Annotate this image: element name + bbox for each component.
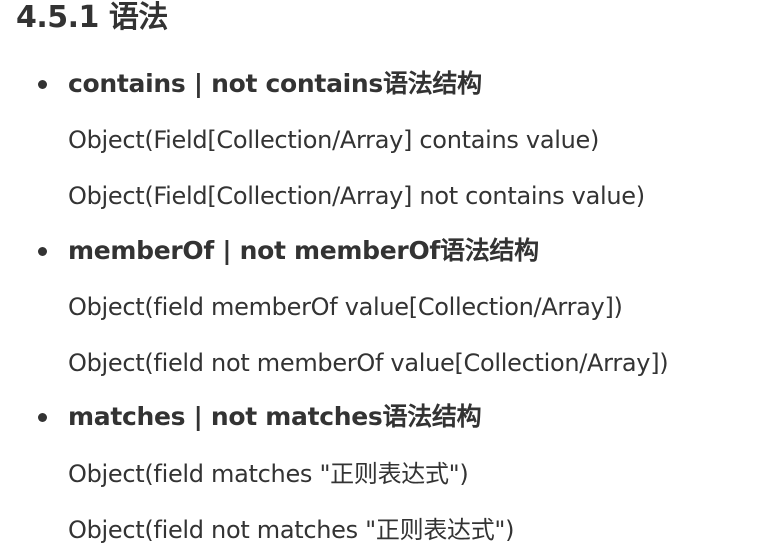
syntax-line: Object(field not matches "正则表达式"): [68, 516, 515, 544]
item-title: memberOf | not memberOf语法结构: [68, 236, 539, 265]
item-title: matches | not matches语法结构: [68, 402, 482, 431]
bullet-icon: [38, 80, 47, 89]
syntax-line: Object(field memberOf value[Collection/A…: [68, 293, 623, 321]
item-title: contains | not contains语法结构: [68, 69, 482, 98]
syntax-line: Object(Field[Collection/Array] not conta…: [68, 182, 645, 210]
bullet-icon: [38, 413, 47, 422]
document-page: 4.5.1 语法 contains | not contains语法结构 Obj…: [0, 0, 767, 558]
syntax-line: Object(field not memberOf value[Collecti…: [68, 349, 669, 377]
bullet-icon: [38, 247, 47, 256]
section-heading: 4.5.1 语法: [16, 0, 168, 35]
syntax-line: Object(Field[Collection/Array] contains …: [68, 126, 600, 154]
syntax-line: Object(field matches "正则表达式"): [68, 460, 469, 488]
